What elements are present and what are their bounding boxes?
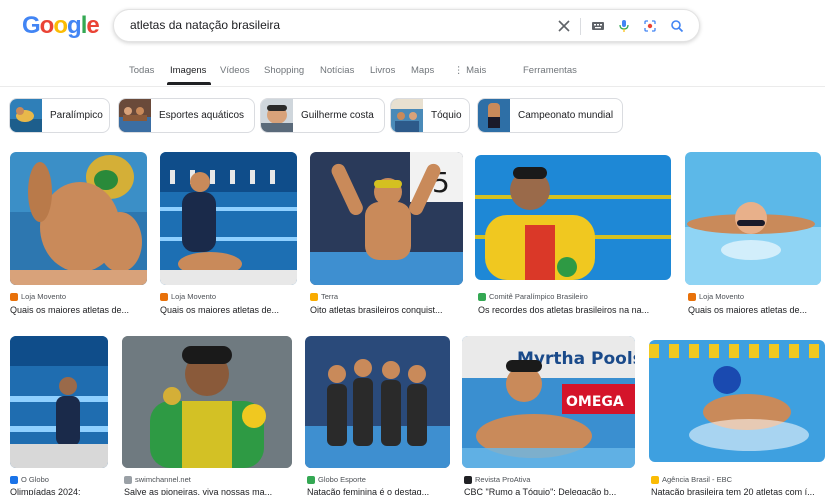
site-favicon-icon (160, 292, 168, 301)
result-title[interactable]: Salve as pioneiras, viva nossas ma... (124, 487, 292, 495)
result-title[interactable]: Os recordes dos atletas brasileiros na n… (478, 305, 671, 315)
search-box[interactable] (113, 9, 700, 42)
image-thumbnail[interactable] (122, 336, 292, 468)
active-tab-indicator (167, 82, 211, 85)
result-source: swimchannel.net (124, 475, 191, 484)
result-source: Loja Movento (160, 292, 216, 301)
logo-letter: e (86, 12, 99, 39)
result-source: Agência Brasil - EBC (651, 475, 732, 484)
result-source: Revista ProAtiva (464, 475, 530, 484)
tab-videos[interactable]: Vídeos (220, 65, 250, 76)
site-favicon-icon (10, 292, 18, 301)
chip-label: Esportes aquáticos (159, 110, 245, 121)
logo-letter: g (67, 12, 82, 39)
chip-guilherme-costa[interactable]: Guilherme costa (260, 98, 385, 133)
site-favicon-icon (310, 292, 318, 301)
site-favicon-icon (124, 475, 132, 484)
tab-livros[interactable]: Livros (370, 65, 395, 76)
chip-thumbnail (478, 99, 510, 132)
image-thumbnail[interactable]: Myrtha Pools OMEGA (462, 336, 635, 468)
tab-mais[interactable]: ⋮ Mais (454, 65, 486, 76)
logo-letter: G (22, 12, 41, 39)
image-thumbnail[interactable] (475, 155, 671, 280)
tab-shopping[interactable]: Shopping (264, 65, 304, 76)
result-source: Loja Movento (10, 292, 66, 301)
result-source: Terra (310, 292, 338, 301)
chip-paralimpico[interactable]: Paralímpico (9, 98, 110, 133)
search-input[interactable] (130, 18, 530, 32)
tab-noticias[interactable]: Notícias (320, 65, 354, 76)
keyboard-icon[interactable] (589, 17, 607, 35)
image-thumbnail[interactable] (160, 152, 297, 285)
result-title[interactable]: Olimpíadas 2024: (10, 487, 108, 495)
result-title[interactable]: Oito atletas brasileiros conquist... (310, 305, 463, 315)
site-favicon-icon (651, 475, 659, 484)
image-thumbnail[interactable] (649, 340, 825, 462)
result-source: Loja Movento (688, 292, 744, 301)
site-favicon-icon (10, 475, 18, 484)
tab-todas[interactable]: Todas (129, 65, 154, 76)
result-source: Globo Esporte (307, 475, 366, 484)
image-thumbnail[interactable] (10, 152, 147, 285)
chip-campeonato-mundial[interactable]: Campeonato mundial (477, 98, 623, 133)
tabs-divider (0, 86, 825, 87)
result-title[interactable]: Quais os maiores atletas de... (10, 305, 147, 315)
omega-banner-text: OMEGA (566, 394, 624, 410)
image-thumbnail[interactable]: 5 (310, 152, 463, 285)
image-thumbnail[interactable] (10, 336, 108, 468)
site-favicon-icon (688, 292, 696, 301)
result-title[interactable]: Quais os maiores atletas de... (160, 305, 297, 315)
chip-thumbnail (10, 99, 42, 132)
chip-label: Campeonato mundial (518, 110, 614, 121)
chip-thumbnail (391, 99, 423, 132)
site-favicon-icon (464, 475, 472, 484)
microphone-icon[interactable] (615, 17, 633, 35)
chip-label: Guilherme costa (301, 110, 374, 121)
chip-thumbnail (261, 99, 293, 132)
search-icon[interactable] (668, 17, 686, 35)
logo-letter: o (53, 12, 68, 39)
search-divider (580, 18, 581, 35)
chip-esportes-aquaticos[interactable]: Esportes aquáticos (118, 98, 255, 133)
close-icon[interactable] (555, 17, 573, 35)
chip-thumbnail (119, 99, 151, 132)
logo-letter: o (39, 12, 55, 39)
search-tabs: Todas Imagens Vídeos Shopping Notícias L… (0, 62, 825, 87)
google-logo[interactable]: Google (22, 12, 100, 40)
image-thumbnail[interactable] (305, 336, 450, 468)
site-favicon-icon (307, 475, 315, 484)
result-title[interactable]: Natação feminina é o destaq... (307, 487, 450, 495)
chip-toquio[interactable]: Tóquio (390, 98, 470, 133)
tab-maps[interactable]: Maps (411, 65, 434, 76)
result-title[interactable]: CBC "Rumo a Tóquio": Delegação b... (464, 487, 635, 495)
image-thumbnail[interactable] (685, 152, 821, 285)
result-source: Comitê Paralímpico Brasileiro (478, 292, 588, 301)
chip-label: Paralímpico (50, 110, 103, 121)
site-favicon-icon (478, 292, 486, 301)
chip-label: Tóquio (431, 110, 462, 121)
result-source: O Globo (10, 475, 49, 484)
tab-imagens[interactable]: Imagens (170, 65, 206, 76)
lens-icon[interactable] (641, 17, 659, 35)
result-title[interactable]: Natação brasileira tem 20 atletas com í.… (651, 487, 821, 495)
tab-ferramentas[interactable]: Ferramentas (523, 65, 577, 76)
result-title[interactable]: Quais os maiores atletas de... (688, 305, 822, 315)
